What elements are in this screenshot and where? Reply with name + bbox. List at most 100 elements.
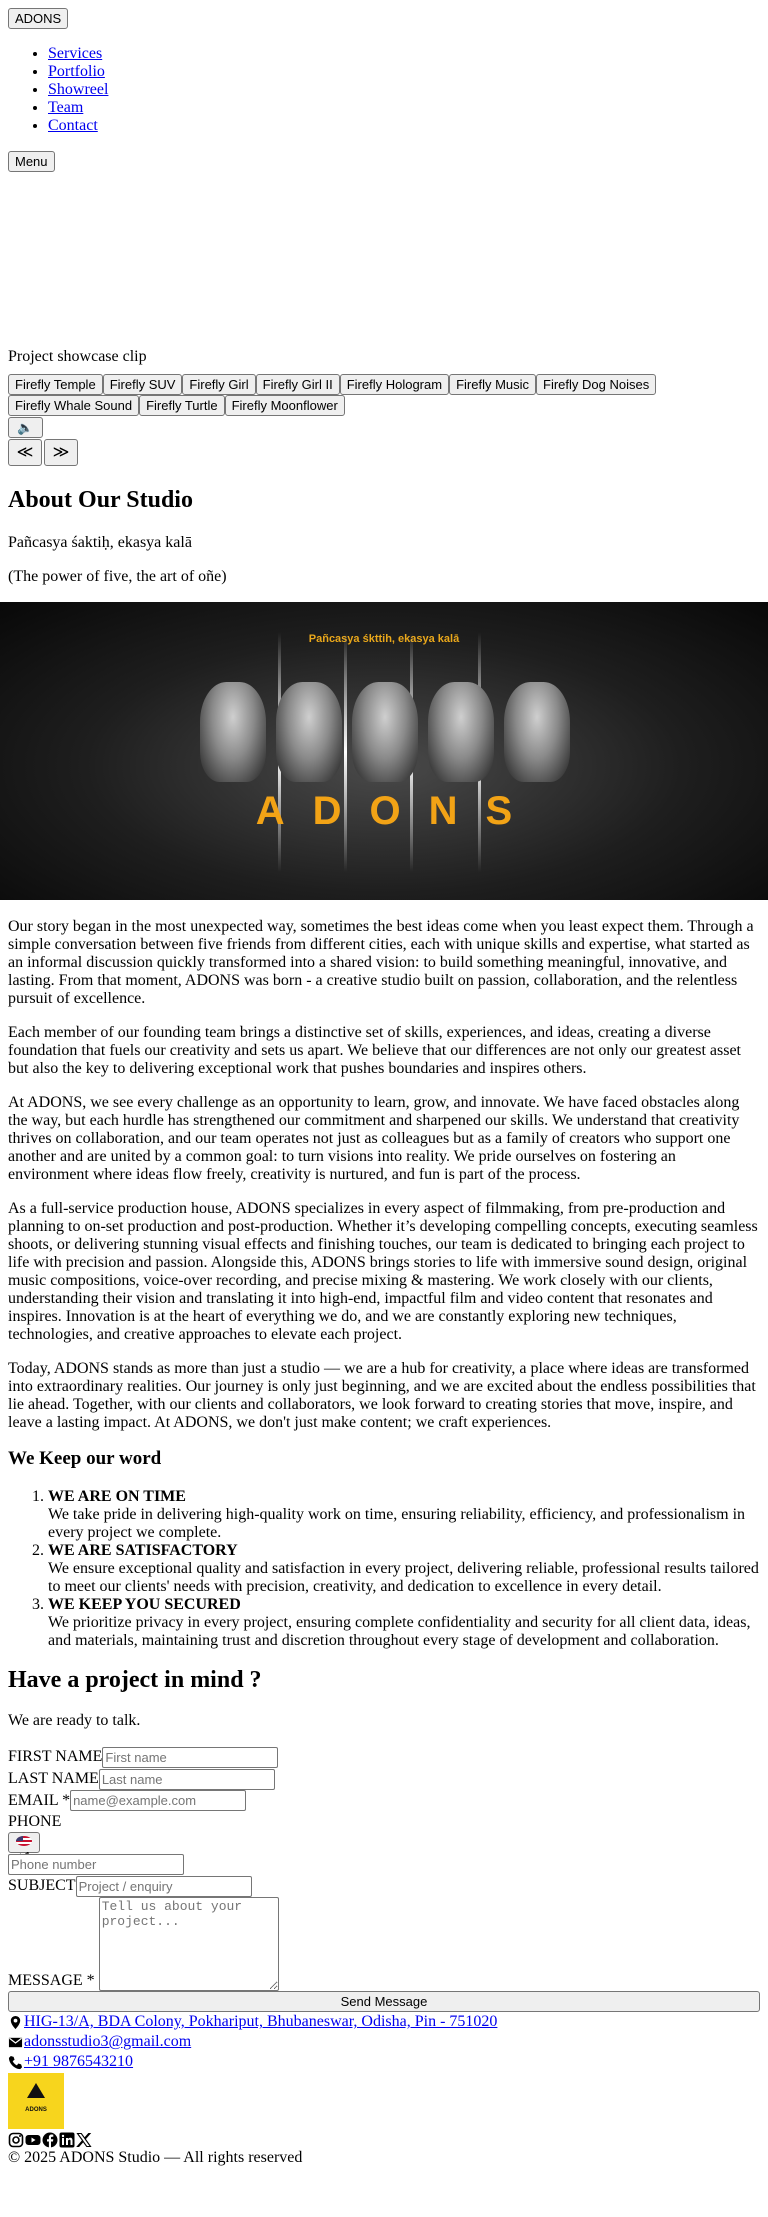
last-name-input[interactable] bbox=[98, 1768, 275, 1790]
hero-brand-text: ADONS bbox=[255, 789, 541, 833]
nav-link-team[interactable]: Team bbox=[48, 99, 83, 116]
x-icon[interactable] bbox=[76, 2132, 92, 2148]
clip-button[interactable]: Firefly Music bbox=[449, 374, 537, 395]
logo-triangle-icon bbox=[27, 2083, 45, 2099]
first-name-input[interactable] bbox=[102, 1746, 279, 1768]
subject-row: SUBJECT bbox=[8, 1875, 760, 1898]
video-caption: Project showcase clip bbox=[8, 348, 147, 365]
country-code-selector[interactable]: +1 bbox=[8, 1832, 40, 1864]
nav-item-services: Services bbox=[48, 45, 760, 63]
promise-text: We take pride in delivering high-quality… bbox=[48, 1506, 746, 1541]
motto-translation: (The power of five, the art of oñe) bbox=[8, 568, 227, 585]
mute-toggle-button[interactable]: 🔈✕ bbox=[8, 417, 43, 452]
email-line: adonsstudio3@gmail.com bbox=[8, 2032, 760, 2052]
nav-item-showreel: Showreel bbox=[48, 81, 760, 99]
phone-label: PHONE bbox=[8, 1813, 62, 1831]
contact-title: Have a project in mind ? bbox=[8, 1667, 262, 1693]
linkedin-icon[interactable] bbox=[59, 2132, 75, 2148]
last-name-row: LAST NAME bbox=[8, 1768, 760, 1790]
clip-selector: Firefly Temple Firefly SUV Firefly Girl Fir… bbox=[8, 374, 698, 416]
team-member-portrait bbox=[428, 682, 494, 782]
social-links bbox=[8, 2132, 760, 2149]
clip-button[interactable]: Firefly Whale Sound bbox=[8, 395, 140, 416]
video-player[interactable] bbox=[8, 172, 760, 348]
promise-title: WE ARE SATISFACTORY bbox=[48, 1542, 238, 1559]
clip-button[interactable]: Firefly Girl II bbox=[255, 374, 340, 395]
youtube-icon[interactable] bbox=[25, 2132, 41, 2148]
email-label: EMAIL * bbox=[8, 1791, 71, 1809]
copyright-text: © 2025 ADONS Studio — All rights reserve… bbox=[8, 2149, 303, 2167]
nav-link-portfolio[interactable]: Portfolio bbox=[48, 63, 105, 80]
email-input[interactable] bbox=[70, 1790, 247, 1812]
menu-button[interactable]: Menu bbox=[8, 151, 55, 172]
prev-clip-button[interactable]: ≪ bbox=[8, 439, 42, 466]
instagram-icon[interactable] bbox=[8, 2132, 24, 2148]
address-link[interactable]: HIG-13/A, BDA Colony, Pokhariput, Bhuban… bbox=[24, 2012, 497, 2032]
promise-text: We prioritize privacy in every project, … bbox=[48, 1614, 751, 1649]
promise-item: WE ARE SATISFACTORY We ensure exceptiona… bbox=[48, 1542, 760, 1596]
team-member-portrait bbox=[352, 682, 418, 782]
next-clip-button[interactable]: ≫ bbox=[44, 439, 78, 466]
phone-input[interactable] bbox=[8, 1854, 184, 1876]
promise-item: WE ARE ON TIME We take pride in deliveri… bbox=[48, 1488, 760, 1542]
promises-list: WE ARE ON TIME We take pride in deliveri… bbox=[8, 1488, 760, 1650]
clip-button[interactable]: Firefly Hologram bbox=[339, 374, 450, 395]
message-textarea[interactable] bbox=[98, 1897, 279, 1992]
subject-input[interactable] bbox=[75, 1876, 252, 1898]
message-row: MESSAGE * bbox=[8, 1897, 760, 1992]
hero-tagline: Pañcasya śkttih, ekasya kalā bbox=[308, 633, 460, 645]
us-flag-icon bbox=[16, 1836, 32, 1847]
footer-logo[interactable]: ADONS bbox=[8, 2073, 64, 2130]
promises-title: We Keep our word bbox=[8, 1448, 162, 1469]
clip-button[interactable]: Firefly Dog Noises bbox=[536, 374, 657, 395]
phone-row: PHONE +1 bbox=[8, 1811, 760, 1876]
first-name-row: FIRST NAME bbox=[8, 1746, 760, 1768]
message-label: MESSAGE * bbox=[8, 1972, 95, 1990]
logo-button[interactable]: ADONS bbox=[8, 8, 69, 29]
subject-label: SUBJECT bbox=[8, 1877, 76, 1895]
about-paragraph: At ADONS, we see every challenge as an o… bbox=[8, 1094, 740, 1183]
nav-item-team: Team bbox=[48, 99, 760, 117]
about-paragraph: Today, ADONS stands as more than just a … bbox=[8, 1360, 756, 1431]
phone-link[interactable]: +91 9876543210 bbox=[24, 2052, 133, 2072]
clip-button[interactable]: Firefly Moonflower bbox=[224, 395, 345, 416]
contact-subtitle: We are ready to talk. bbox=[8, 1712, 141, 1729]
nav-link-services[interactable]: Services bbox=[48, 45, 102, 62]
promise-title: WE KEEP YOU SECURED bbox=[48, 1596, 241, 1613]
about-title: About Our Studio bbox=[8, 487, 193, 513]
clip-button[interactable]: Firefly Turtle bbox=[139, 395, 225, 416]
promise-title: WE ARE ON TIME bbox=[48, 1488, 186, 1505]
address-line: HIG-13/A, BDA Colony, Pokhariput, Bhuban… bbox=[8, 2012, 760, 2032]
nav-item-portfolio: Portfolio bbox=[48, 63, 760, 81]
nav-link-contact[interactable]: Contact bbox=[48, 117, 98, 134]
clip-button[interactable]: Firefly Temple bbox=[8, 374, 103, 395]
team-member-portrait bbox=[276, 682, 342, 782]
about-paragraph: Each member of our founding team brings … bbox=[8, 1024, 741, 1077]
carousel-arrows: ≪ ≫ bbox=[8, 439, 760, 466]
email-link[interactable]: adonsstudio3@gmail.com bbox=[24, 2032, 191, 2052]
location-pin-icon bbox=[10, 2015, 21, 2029]
nav-item-contact: Contact bbox=[48, 117, 760, 135]
about-paragraph: As a full-service production house, ADON… bbox=[8, 1200, 758, 1343]
clip-button[interactable]: Firefly SUV bbox=[102, 374, 183, 395]
email-row: EMAIL * bbox=[8, 1790, 760, 1812]
first-name-label: FIRST NAME bbox=[8, 1748, 103, 1765]
phone-icon bbox=[8, 2055, 23, 2069]
team-portraits bbox=[200, 682, 570, 792]
last-name-label: LAST NAME bbox=[8, 1769, 99, 1787]
send-message-button[interactable]: Send Message bbox=[8, 1991, 760, 2013]
facebook-icon[interactable] bbox=[42, 2132, 58, 2149]
team-hero-image: Pañcasya śkttih, ekasya kalā ADONS bbox=[0, 602, 768, 900]
clip-button[interactable]: Firefly Girl bbox=[182, 374, 256, 395]
nav-link-showreel[interactable]: Showreel bbox=[48, 81, 108, 98]
mail-icon bbox=[8, 2037, 23, 2047]
phone-line: +91 9876543210 bbox=[8, 2052, 760, 2072]
studio-motto: Pañcasya śaktiḥ, ekasya kalā bbox=[8, 534, 192, 551]
promise-item: WE KEEP YOU SECURED We prioritize privac… bbox=[48, 1596, 760, 1650]
footer-logo-text: ADONS bbox=[25, 2107, 47, 2114]
main-nav: Services Portfolio Showreel Team Contact bbox=[8, 45, 760, 135]
promise-text: We ensure exceptional quality and satisf… bbox=[48, 1560, 759, 1595]
about-paragraph: Our story began in the most unexpected w… bbox=[8, 918, 754, 1007]
page: ADONS Services Portfolio Showreel Team C… bbox=[0, 0, 768, 2168]
team-member-portrait bbox=[200, 682, 266, 782]
